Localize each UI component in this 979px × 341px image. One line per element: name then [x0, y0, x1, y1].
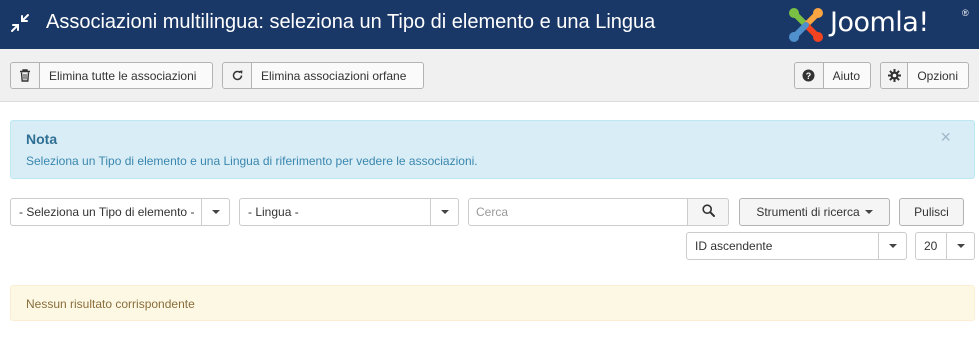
refresh-icon — [223, 63, 252, 88]
search-button[interactable] — [687, 198, 729, 226]
page-header: Associazioni multilingua: seleziona un T… — [0, 0, 979, 49]
search-tools-label: Strumenti di ricerca — [756, 205, 860, 219]
search-icon — [701, 204, 715, 220]
logo-registered-mark: ® — [962, 8, 969, 18]
chevron-down-icon — [430, 199, 458, 225]
search-tools-button[interactable]: Strumenti di ricerca — [739, 198, 890, 226]
help-label: Aiuto — [832, 68, 860, 83]
joomla-logo: Joomla! ® — [786, 4, 974, 46]
delete-orphan-associations-button[interactable]: Elimina associazioni orfane — [222, 62, 424, 89]
toolbar: Elimina tutte le associazioni Elimina as… — [0, 49, 979, 102]
gear-icon — [881, 63, 909, 88]
delete-all-associations-button[interactable]: Elimina tutte le associazioni — [10, 62, 213, 89]
caret-down-icon — [864, 210, 873, 214]
item-type-select[interactable]: - Seleziona un Tipo di elemento - — [10, 198, 230, 226]
limit-select[interactable]: 20 — [915, 232, 975, 260]
logo-wordmark: Joomla! — [830, 7, 929, 38]
collapse-menu-icon[interactable] — [9, 12, 31, 34]
options-button[interactable]: Opzioni — [880, 62, 969, 89]
info-alert: Nota Seleziona un Tipo di elemento e una… — [10, 120, 975, 179]
chevron-down-icon — [878, 233, 906, 259]
joomla-logo-icon — [789, 8, 823, 42]
ordering-select[interactable]: ID ascendente — [686, 232, 907, 260]
trash-icon — [11, 63, 40, 88]
language-select[interactable]: - Lingua - — [239, 198, 459, 226]
close-icon[interactable]: × — [940, 128, 951, 146]
options-label: Opzioni — [917, 68, 958, 83]
limit-select-value: 20 — [924, 239, 938, 253]
delete-orphan-associations-label: Elimina associazioni orfane — [261, 68, 407, 83]
delete-all-associations-label: Elimina tutte le associazioni — [49, 68, 197, 83]
clear-button[interactable]: Pulisci — [899, 198, 964, 226]
page-title: Associazioni multilingua: seleziona un T… — [46, 11, 656, 33]
chevron-down-icon — [201, 199, 229, 225]
alert-heading: Nota — [26, 131, 58, 147]
help-button[interactable]: ? Aiuto — [794, 62, 871, 89]
item-type-select-value: - Seleziona un Tipo di elemento - — [19, 205, 195, 219]
no-results-message: Nessun risultato corrispondente — [26, 297, 195, 311]
clear-label: Pulisci — [914, 205, 949, 219]
svg-text:?: ? — [806, 71, 812, 81]
search-input[interactable] — [468, 198, 688, 226]
no-results-alert: Nessun risultato corrispondente — [10, 285, 975, 321]
question-circle-icon: ? — [795, 63, 824, 88]
language-select-value: - Lingua - — [248, 205, 299, 219]
chevron-down-icon — [946, 233, 974, 259]
alert-message: Seleziona un Tipo di elemento e una Ling… — [26, 154, 478, 168]
ordering-select-value: ID ascendente — [695, 239, 773, 253]
